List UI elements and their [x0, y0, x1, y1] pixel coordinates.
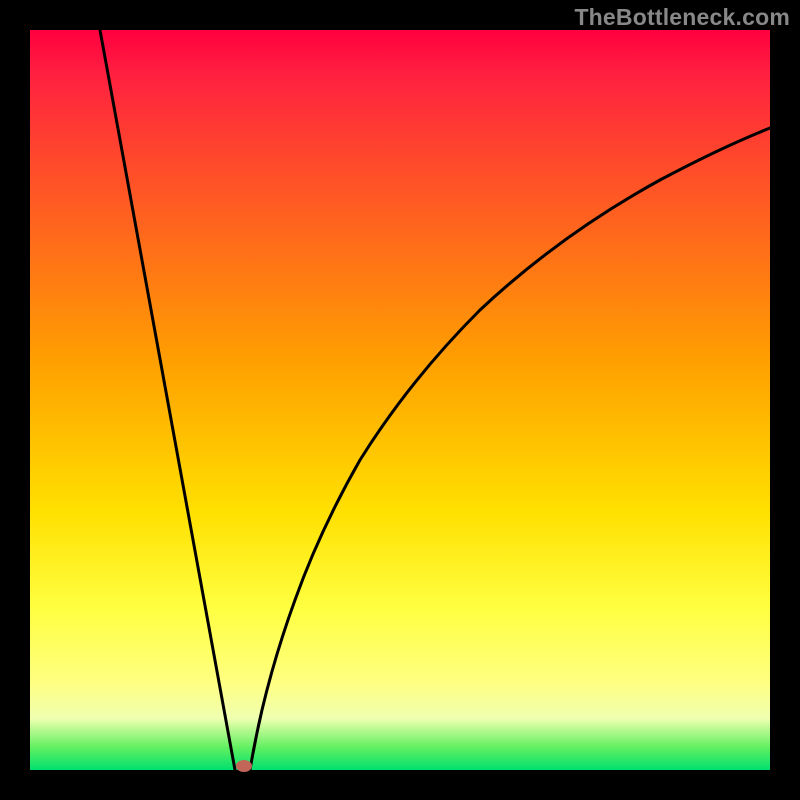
chart-frame: TheBottleneck.com — [0, 0, 800, 800]
curve-right — [250, 128, 770, 770]
attribution-label: TheBottleneck.com — [574, 4, 790, 31]
plot-area — [30, 30, 770, 770]
curve-layer — [30, 30, 770, 770]
curve-left — [100, 30, 235, 770]
dip-marker — [236, 760, 252, 772]
